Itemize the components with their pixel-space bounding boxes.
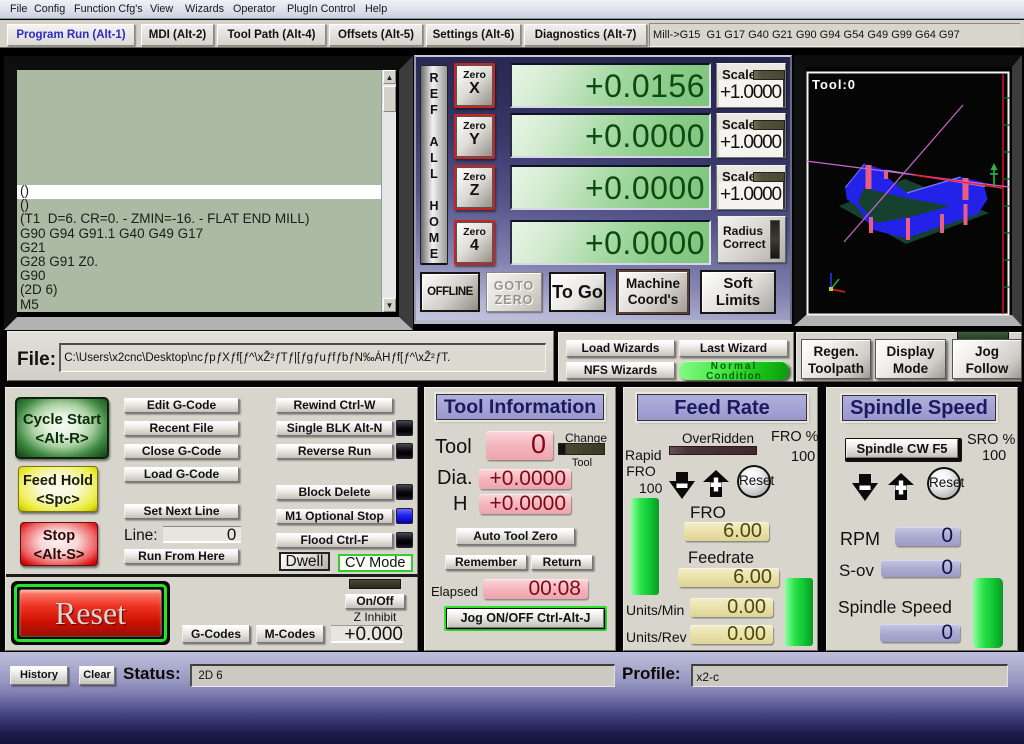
svg-text:Tool:0: Tool:0 (812, 77, 856, 92)
